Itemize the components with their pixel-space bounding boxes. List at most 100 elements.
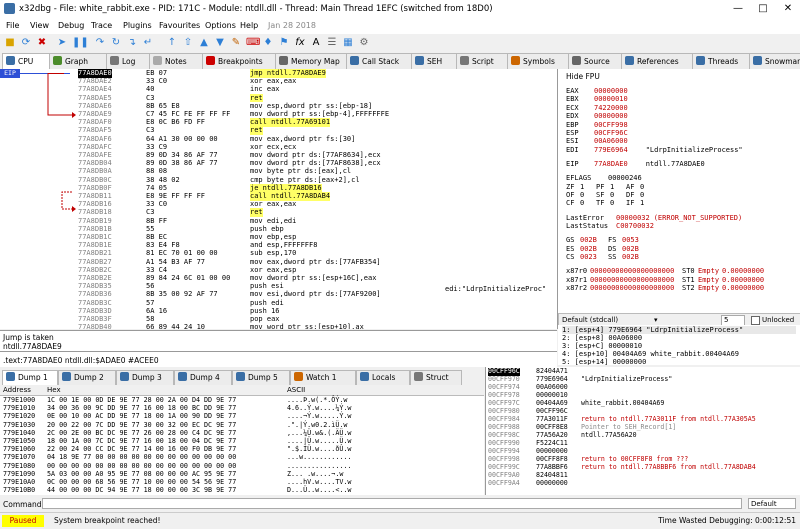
open-icon[interactable]: ■ [4, 37, 16, 49]
run-to-user-code-icon[interactable]: ⇧ [182, 37, 194, 49]
register-eip[interactable]: EIP 77A8DAE0 ntdll.77A8DAE0 [566, 160, 705, 168]
stack-row[interactable]: 00CFF98C 77A56A20 ntdll.77A56A20 [486, 431, 800, 440]
dump-row[interactable]: 779E1020 0E 00 10 00 AC DD 9E 77 18 00 1A… [0, 412, 484, 420]
maximize-button[interactable]: □ [753, 2, 773, 15]
menu-favourites[interactable]: Favourites [159, 21, 200, 30]
menu-options[interactable]: Options [205, 21, 236, 30]
fpu-register[interactable]: x87r2 00000000000000000000 ST2 Empty 0.00000… [566, 284, 764, 292]
register-edi[interactable]: EDI 779E6964 "LdrpInitializeProcess" [566, 146, 743, 154]
seg-value[interactable]: 002B [622, 253, 639, 261]
tab-graph[interactable]: Graph [49, 53, 107, 69]
disasm-row[interactable]: 77A8DB40 66 89 44 24 10 mov word ptr ss:[e… [0, 323, 557, 329]
dump-row[interactable]: 779E10B0 44 00 00 00 DC 94 9E 77 18 00 00… [0, 486, 484, 494]
tab-call-stack[interactable]: Call Stack [346, 53, 412, 69]
stack-arg[interactable]: 5: [esp+14] 00000000 [562, 358, 646, 365]
tab-threads[interactable]: Threads [692, 53, 750, 69]
dump-row[interactable]: 779E1010 34 00 36 00 9C DD 9E 77 16 00 18… [0, 404, 484, 412]
restart-icon[interactable]: ⟳ [20, 37, 32, 49]
registers-pane[interactable]: Hide FPU EAX 00000000 EBX 00000010 ECX 742200… [558, 69, 800, 313]
register-ebx[interactable]: EBX 00000010 [566, 95, 628, 103]
tab-snowman[interactable]: Snowman [749, 53, 800, 69]
tab-source[interactable]: Source [568, 53, 622, 69]
unlocked-checkbox[interactable] [751, 316, 760, 325]
tab-notes[interactable]: Notes [149, 53, 203, 69]
tab-references[interactable]: References [621, 53, 693, 69]
settings-icon[interactable]: ⚙ [358, 37, 370, 49]
patch-icon[interactable]: ✎ [230, 37, 242, 49]
menu-help[interactable]: Help [240, 21, 258, 30]
seg-value[interactable]: 002B [622, 245, 639, 253]
tab-cpu[interactable]: CPU [2, 53, 50, 70]
stack-row[interactable]: 00CFF990 F5224C11 [486, 439, 800, 448]
dump-row[interactable]: 779E1040 2C 00 2E 00 BC DC 9E 77 26 00 28… [0, 429, 484, 437]
chevron-down-icon[interactable]: ▾ [654, 316, 658, 324]
seg-value[interactable]: 0053 [622, 236, 639, 244]
register-edx[interactable]: EDX 00000000 [566, 112, 628, 120]
register-esi[interactable]: ESI 00A06000 [566, 137, 628, 145]
command-input[interactable] [42, 498, 742, 509]
seg-value[interactable]: 002B [580, 236, 608, 244]
tab-seh[interactable]: SEH [411, 53, 457, 69]
step-over-icon[interactable]: ↻ [110, 37, 122, 49]
flag-value[interactable]: 0 [640, 191, 656, 199]
menu-plugins[interactable]: Plugins [123, 21, 152, 30]
stack-row[interactable]: 00CFF988 00CFF8E8 Pointer to SEH_Record[1] [486, 423, 800, 432]
disassembly-pane[interactable]: EIP 77A8DAE0 EB 07 jmp ntdll.77A8DAE9 77A8D… [0, 69, 558, 329]
call-convention-select[interactable]: Default (stdcall) [562, 316, 618, 324]
register-eax[interactable]: EAX 00000000 [566, 87, 628, 95]
stack-arg[interactable]: 3: [esp+C] 00000010 [562, 342, 642, 350]
tab-symbols[interactable]: Symbols [507, 53, 569, 69]
seg-value[interactable]: 0023 [580, 253, 608, 261]
stack-row[interactable]: 00CFF99C 77A8BBF6 return to ntdll.77A8BBF6… [486, 463, 800, 472]
stack-arg[interactable]: 2: [esp+8] 00A06000 [562, 334, 642, 342]
dump-row[interactable]: 779E1050 18 00 1A 00 7C DC 9E 77 16 00 18… [0, 437, 484, 445]
tab-dump-1[interactable]: Dump 1 [2, 370, 58, 385]
flag-value[interactable]: 0 [580, 199, 596, 207]
trace-into-icon[interactable]: ↴ [126, 37, 138, 49]
calculator-icon[interactable]: ▦ [342, 37, 354, 49]
step-up-icon[interactable]: ▲ [198, 37, 210, 49]
tab-watch-1[interactable]: Watch 1 [290, 370, 356, 385]
tab-memory-map[interactable]: Memory Map [275, 53, 347, 69]
flag-value[interactable]: 1 [640, 199, 656, 207]
bookmark-icon[interactable]: ⚑ [278, 37, 290, 49]
seg-value[interactable]: 002B [580, 245, 608, 253]
flag-value[interactable]: 0 [580, 191, 596, 199]
trace-over-icon[interactable]: ↵ [142, 37, 154, 49]
stack-arg[interactable]: 1: [esp+4] 779E6964 "LdrpInitializeProce… [562, 326, 796, 334]
stack-arg[interactable]: 4: [esp+10] 00404A69 white_rabbit.00404A… [562, 350, 739, 358]
register-lasterror[interactable]: LastError 00000032 (ERROR_NOT_SUPPORTED) [566, 214, 742, 222]
step-into-icon[interactable]: ↷ [94, 37, 106, 49]
tab-breakpoints[interactable]: Breakpoints [202, 53, 276, 69]
flag-value[interactable]: 1 [580, 183, 596, 191]
comment-icon[interactable]: ⌨ [246, 37, 260, 49]
minimize-button[interactable]: — [728, 2, 748, 15]
step-down-icon[interactable]: ▼ [214, 37, 226, 49]
hide-fpu-button[interactable]: Hide FPU [566, 72, 600, 81]
tab-log[interactable]: Log [106, 53, 150, 69]
dump-row[interactable]: 779E10A0 0C 00 00 00 68 56 9E 77 10 00 00… [0, 478, 484, 486]
dump-row[interactable]: 779E1060 22 00 24 00 CC DC 9E 77 14 00 16… [0, 445, 484, 453]
dump-row[interactable]: 779E1000 1C 00 1E 00 0D DE 9E 77 28 00 2A… [0, 396, 484, 404]
flag-value[interactable]: 1 [610, 183, 626, 191]
run-icon[interactable]: ➤ [56, 37, 68, 49]
menu-debug[interactable]: Debug [58, 21, 84, 30]
register-eflags[interactable]: EFLAGS 00000246 [566, 174, 642, 182]
flag-value[interactable]: 0 [610, 199, 626, 207]
fpu-register[interactable]: x87r1 00000000000000000000 ST1 Empty 0.00000… [566, 276, 764, 284]
fpu-register[interactable]: x87r0 00000000000000000000 ST0 Empty 0.00000… [566, 267, 764, 275]
tab-struct[interactable]: Struct [410, 370, 462, 385]
register-esp[interactable]: ESP 00CFF96C [566, 129, 628, 137]
register-ecx[interactable]: ECX 74220000 [566, 104, 628, 112]
tab-script[interactable]: Script [456, 53, 508, 69]
dump-row[interactable]: 779E1090 5A 03 00 00 A0 95 9E 77 08 00 00… [0, 470, 484, 478]
register-laststatus[interactable]: LastStatus C00700032 [566, 222, 654, 230]
label-icon[interactable]: ♦ [262, 37, 274, 49]
dump-pane[interactable]: Address Hex ASCII 779E1000 1C 00 1E 00 0D… [0, 385, 484, 495]
tab-dump-3[interactable]: Dump 3 [116, 370, 174, 385]
close-button[interactable]: ✕ [778, 2, 798, 15]
execute-till-return-icon[interactable]: ↑ [166, 37, 178, 49]
stack-pane[interactable]: 00CFF96C 82404A71 00CFF970 779E6964 "LdrpIni… [485, 367, 800, 495]
close-icon[interactable]: ✖ [36, 37, 48, 49]
register-ebp[interactable]: EBP 00CFF998 [566, 121, 628, 129]
